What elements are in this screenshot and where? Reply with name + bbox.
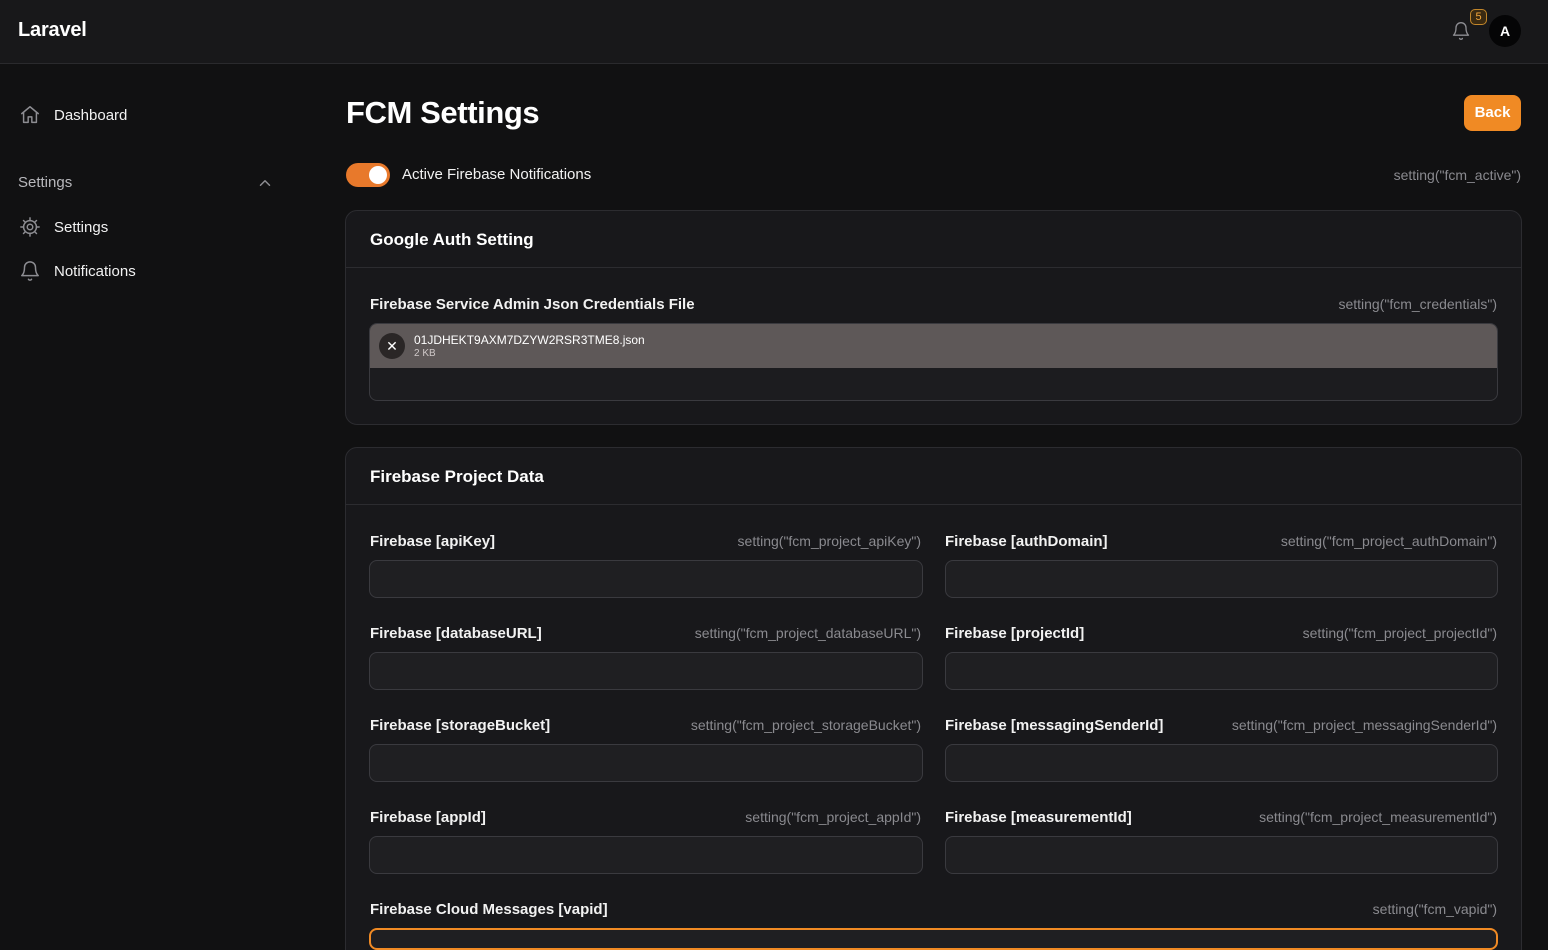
chevron-up-icon[interactable]	[256, 174, 274, 192]
app-id-label: Firebase [appId]	[370, 809, 486, 826]
auth-domain-hint: setting("fcm_project_authDomain")	[1280, 533, 1497, 549]
firebase-project-card: Firebase Project Data	[345, 447, 1522, 950]
sidebar-item-notifications[interactable]: Notifications	[18, 257, 136, 285]
api-key-hint: setting("fcm_project_apiKey")	[737, 533, 921, 549]
sidebar-item-label: Settings	[54, 218, 109, 236]
api-key-input[interactable]	[369, 560, 923, 598]
active-notifications-toggle[interactable]	[346, 163, 390, 187]
uploaded-file-name: 01JDHEKT9AXM7DZYW2RSR3TME8.json	[414, 333, 645, 347]
bell-icon	[18, 259, 42, 283]
bell-icon	[1452, 22, 1470, 40]
messaging-sender-id-hint: setting("fcm_project_messagingSenderId")	[1231, 717, 1497, 733]
storage-bucket-label: Firebase [storageBucket]	[370, 717, 551, 734]
remove-file-button[interactable]: ✕	[379, 333, 405, 359]
measurement-id-label: Firebase [measurementId]	[945, 809, 1132, 826]
project-id-input[interactable]	[945, 652, 1498, 690]
active-notifications-label: Active Firebase Notifications	[402, 166, 592, 183]
toggle-knob	[369, 166, 387, 184]
database-url-input[interactable]	[369, 652, 923, 690]
app-id-hint: setting("fcm_project_appId")	[745, 809, 921, 825]
page-title: FCM Settings	[346, 95, 540, 130]
user-avatar[interactable]: A	[1489, 15, 1521, 47]
gear-icon	[18, 215, 42, 239]
database-url-hint: setting("fcm_project_databaseURL")	[694, 625, 921, 641]
top-bar: Laravel 5 A	[0, 0, 1548, 64]
card-header: Firebase Project Data	[346, 448, 1521, 505]
sidebar-group-settings-label[interactable]: Settings	[18, 174, 72, 191]
credentials-file-hint: setting("fcm_credentials")	[1338, 296, 1497, 312]
vapid-input[interactable]	[369, 928, 1498, 950]
uploaded-file-size: 2 KB	[414, 348, 436, 359]
home-icon	[18, 103, 42, 127]
card-title: Firebase Project Data	[370, 467, 544, 486]
messaging-sender-id-label: Firebase [messagingSenderId]	[945, 717, 1164, 734]
storage-bucket-hint: setting("fcm_project_storageBucket")	[690, 717, 921, 733]
measurement-id-hint: setting("fcm_project_measurementId")	[1259, 809, 1497, 825]
fcm-active-hint: setting("fcm_active")	[1393, 167, 1521, 183]
vapid-hint: setting("fcm_vapid")	[1372, 901, 1497, 917]
credentials-file-upload[interactable]: ✕ 01JDHEKT9AXM7DZYW2RSR3TME8.json 2 KB	[369, 323, 1498, 401]
app-id-input[interactable]	[369, 836, 923, 874]
notification-count-badge: 5	[1470, 9, 1487, 25]
project-id-hint: setting("fcm_project_projectId")	[1302, 625, 1497, 641]
card-title: Google Auth Setting	[370, 230, 534, 249]
sidebar-item-settings[interactable]: Settings	[18, 213, 108, 241]
brand-logo[interactable]: Laravel	[18, 19, 87, 42]
sidebar-item-dashboard[interactable]: Dashboard	[18, 101, 127, 129]
sidebar-item-label: Notifications	[54, 262, 136, 280]
api-key-label: Firebase [apiKey]	[370, 533, 496, 550]
database-url-label: Firebase [databaseURL]	[370, 625, 542, 642]
uploaded-file-item: ✕ 01JDHEKT9AXM7DZYW2RSR3TME8.json 2 KB	[370, 324, 1497, 368]
card-header: Google Auth Setting	[346, 211, 1521, 268]
sidebar-item-label: Dashboard	[54, 106, 128, 124]
measurement-id-input[interactable]	[945, 836, 1498, 874]
auth-domain-input[interactable]	[945, 560, 1498, 598]
vapid-label: Firebase Cloud Messages [vapid]	[370, 901, 608, 918]
project-id-label: Firebase [projectId]	[945, 625, 1085, 642]
back-button[interactable]: Back	[1464, 95, 1521, 131]
auth-domain-label: Firebase [authDomain]	[945, 533, 1108, 550]
credentials-file-label: Firebase Service Admin Json Credentials …	[370, 296, 695, 313]
messaging-sender-id-input[interactable]	[945, 744, 1498, 782]
storage-bucket-input[interactable]	[369, 744, 923, 782]
